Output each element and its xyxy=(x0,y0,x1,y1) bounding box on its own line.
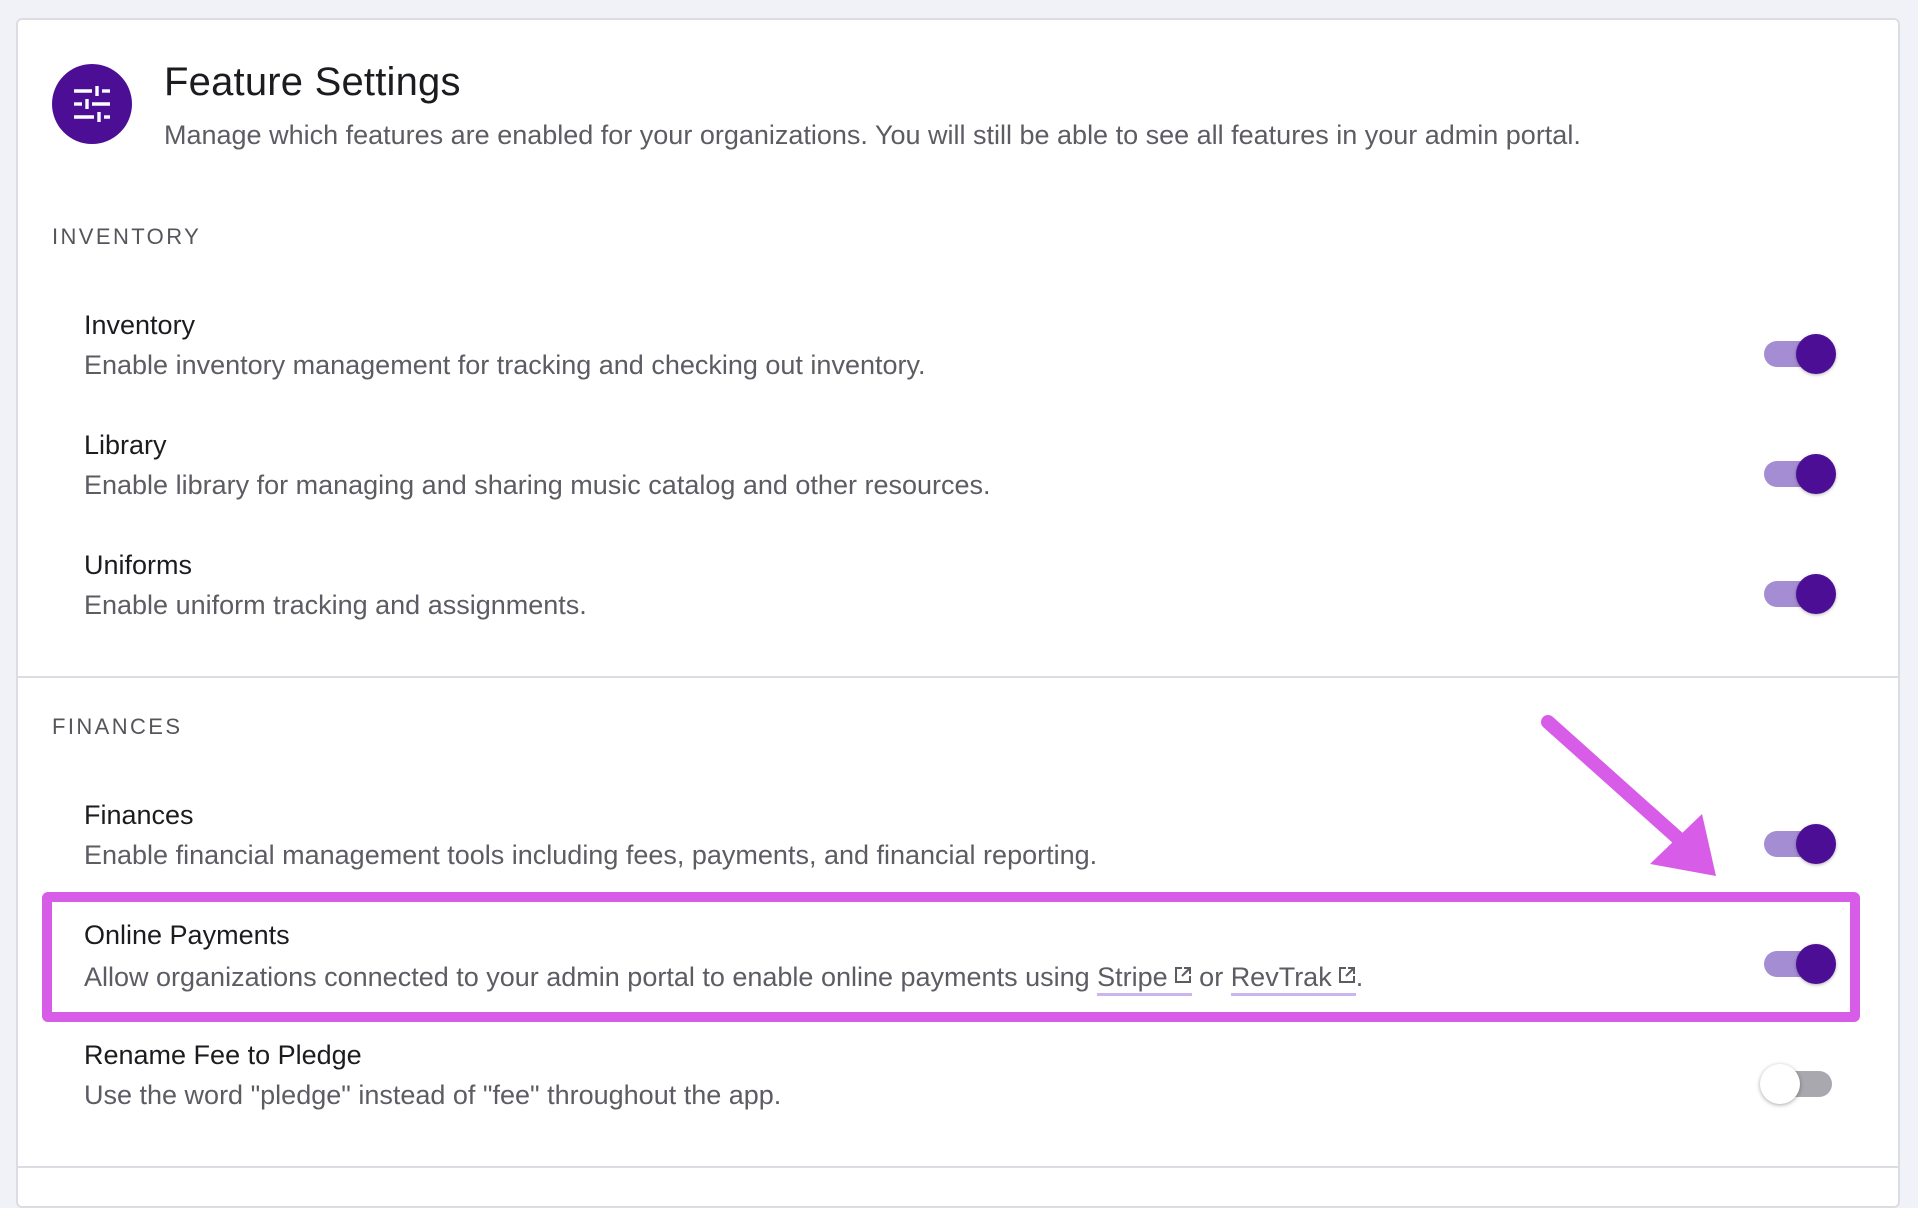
section-divider xyxy=(18,676,1898,678)
uniforms-toggle[interactable] xyxy=(1760,571,1840,615)
online-payments-toggle[interactable] xyxy=(1760,941,1840,985)
setting-title: Inventory xyxy=(84,310,196,340)
stripe-link[interactable]: Stripe xyxy=(1097,962,1192,996)
page-title: Feature Settings xyxy=(164,60,461,104)
toggle-thumb xyxy=(1796,944,1836,984)
library-toggle[interactable] xyxy=(1760,451,1840,495)
setting-title: Uniforms xyxy=(84,550,193,580)
setting-description: Use the word "pledge" instead of "fee" t… xyxy=(84,1080,782,1110)
setting-row-inventory: Inventory Enable inventory management fo… xyxy=(84,310,1874,400)
toggle-thumb xyxy=(1796,334,1836,374)
setting-row-library: Library Enable library for managing and … xyxy=(84,430,1874,520)
external-link-icon xyxy=(1174,960,1192,991)
feature-settings-card: Feature Settings Manage which features a… xyxy=(16,18,1900,1208)
setting-description: Enable financial management tools includ… xyxy=(84,840,1098,870)
description-text: or xyxy=(1191,962,1231,992)
setting-row-rename-fee: Rename Fee to Pledge Use the word "pledg… xyxy=(84,1040,1874,1130)
toggle-thumb xyxy=(1796,824,1836,864)
setting-title: Rename Fee to Pledge xyxy=(84,1040,362,1070)
inventory-toggle[interactable] xyxy=(1760,331,1840,375)
setting-description: Enable uniform tracking and assignments. xyxy=(84,590,587,620)
revtrak-link[interactable]: RevTrak xyxy=(1230,960,1356,996)
setting-description: Enable inventory management for tracking… xyxy=(84,350,926,380)
setting-description: Allow organizations connected to your ad… xyxy=(84,960,1364,996)
setting-description: Enable library for managing and sharing … xyxy=(84,470,991,500)
stripe-link-label: Stripe xyxy=(1097,962,1168,992)
setting-title: Library xyxy=(84,430,167,460)
section-label-finances: FINANCES xyxy=(52,714,183,739)
page-subtitle: Manage which features are enabled for yo… xyxy=(164,120,1581,150)
setting-row-online-payments: Online Payments Allow organizations conn… xyxy=(84,920,1874,1010)
description-text: Allow organizations connected to your ad… xyxy=(84,962,1098,992)
section-divider xyxy=(18,1166,1898,1168)
setting-row-uniforms: Uniforms Enable uniform tracking and ass… xyxy=(84,550,1874,640)
toggle-thumb xyxy=(1760,1064,1800,1104)
revtrak-link-label: RevTrak xyxy=(1230,962,1332,992)
setting-title: Online Payments xyxy=(84,920,290,950)
toggle-thumb xyxy=(1796,454,1836,494)
setting-row-finances: Finances Enable financial management too… xyxy=(84,800,1874,890)
sliders-icon xyxy=(52,64,132,144)
external-link-icon xyxy=(1338,960,1356,991)
section-label-inventory: INVENTORY xyxy=(52,224,202,249)
rename-fee-toggle[interactable] xyxy=(1760,1061,1840,1105)
setting-title: Finances xyxy=(84,800,194,830)
toggle-thumb xyxy=(1796,574,1836,614)
description-text: . xyxy=(1355,962,1364,992)
finances-toggle[interactable] xyxy=(1760,821,1840,865)
